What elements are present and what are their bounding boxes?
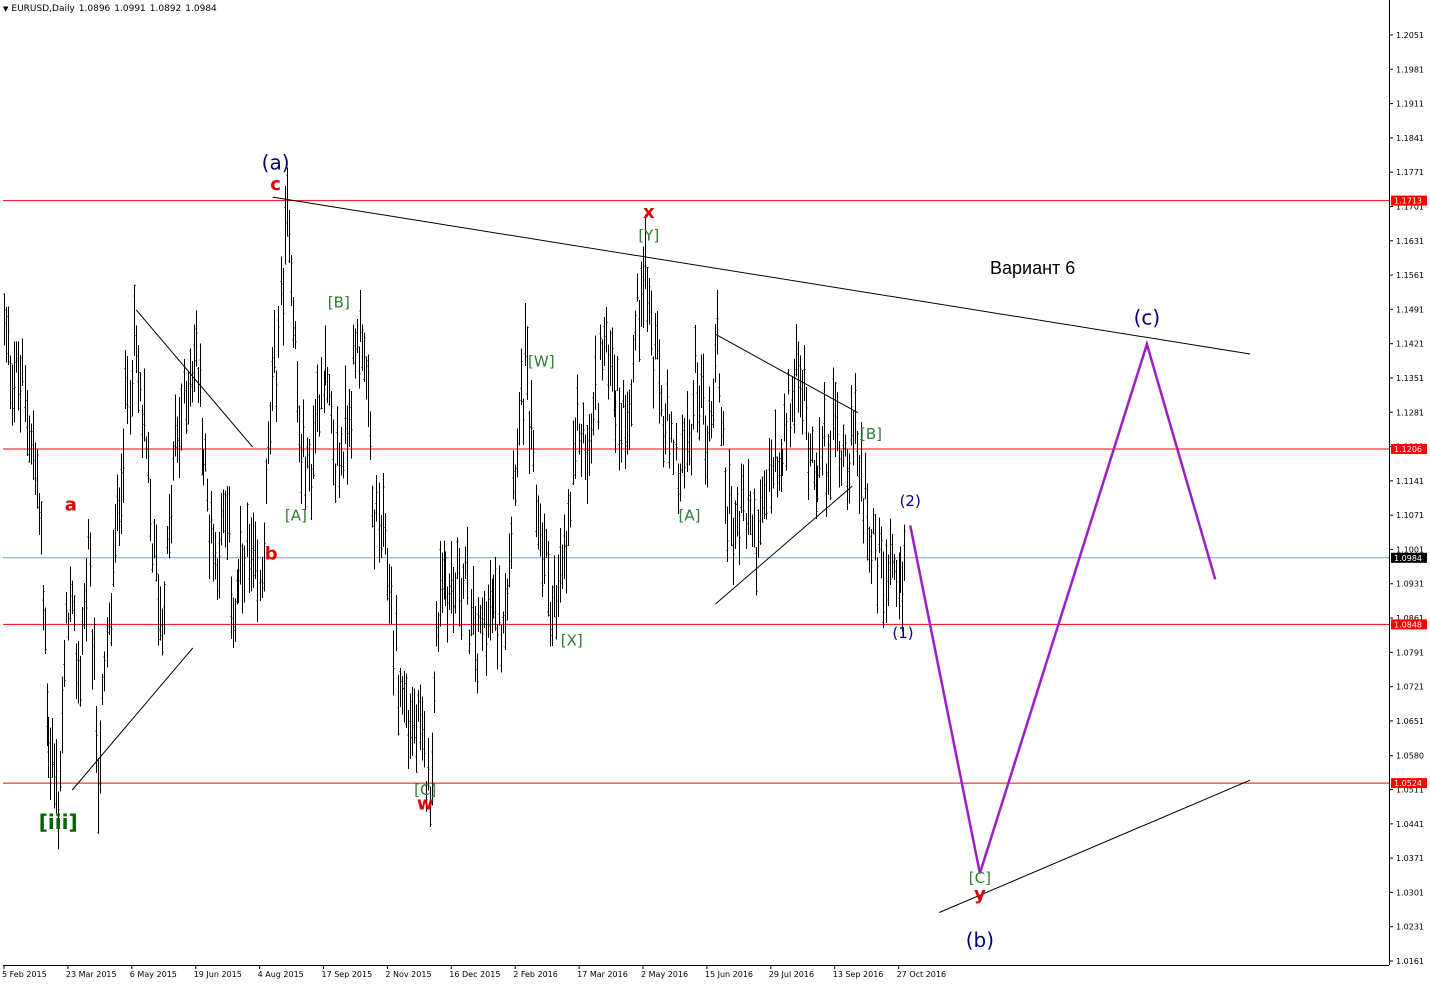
y-tick-label: 1.1771 xyxy=(1396,168,1424,177)
wave-label: (b) xyxy=(966,928,994,952)
current-price-tag: 1.0984 xyxy=(1394,554,1422,563)
x-tick-label: 4 Aug 2015 xyxy=(258,970,304,979)
wave-label: [iii] xyxy=(39,810,78,834)
y-tick-label: 1.1911 xyxy=(1396,100,1424,109)
wave-label: [B] xyxy=(860,425,882,443)
x-tick-label: 2 Nov 2015 xyxy=(385,970,431,979)
projection-layer xyxy=(908,339,1217,874)
y-tick-label: 1.1071 xyxy=(1396,511,1424,520)
wave-label: (a) xyxy=(262,151,290,175)
x-tick-label: 5 Feb 2015 xyxy=(2,970,47,979)
wave-label: [W] xyxy=(528,353,555,371)
y-tick-label: 1.0371 xyxy=(1396,854,1424,863)
wave-label: (c) xyxy=(1134,306,1161,330)
y-tick-label: 1.1631 xyxy=(1396,237,1424,246)
trendline xyxy=(272,196,1251,355)
wave-label: c xyxy=(270,174,281,195)
y-tick-label: 1.0301 xyxy=(1396,888,1424,897)
price-chart[interactable]: (a)cx[Y][B][W][B]ab[A] [A](2)(1)[X][C]w[i… xyxy=(0,0,1430,985)
x-tick-label: 15 Jun 2016 xyxy=(705,970,753,979)
wave-label: [A] xyxy=(285,507,307,525)
y-tick-label: 1.1421 xyxy=(1396,340,1424,349)
wave-label: [Y] xyxy=(638,226,659,244)
y-tick-label: 1.0721 xyxy=(1396,683,1424,692)
wave-label: [B] xyxy=(328,293,350,311)
trendline xyxy=(71,647,194,791)
trendline xyxy=(715,485,853,605)
x-tick-label: 19 Jun 2015 xyxy=(194,970,242,979)
level-price-tag: 1.0524 xyxy=(1394,779,1422,788)
level-price-tag: 1.1206 xyxy=(1394,445,1422,454)
y-tick-label: 1.1561 xyxy=(1396,271,1424,280)
trendline xyxy=(939,779,1251,913)
y-tick-label: 1.0931 xyxy=(1396,580,1424,589)
projection-path xyxy=(908,339,1217,874)
trendline xyxy=(715,333,859,414)
ohlc-bars xyxy=(3,167,906,850)
y-tick-label: 1.1141 xyxy=(1396,477,1424,486)
candles-layer xyxy=(3,167,906,850)
wave-label: a xyxy=(65,495,77,516)
y-tick-label: 1.1981 xyxy=(1396,65,1424,74)
trendlines-layer xyxy=(71,196,1251,913)
wave-label: [A] xyxy=(679,507,701,525)
x-tick-label: 27 Oct 2016 xyxy=(897,970,946,979)
axes-layer: 1.20511.19811.19111.18411.17711.17011.16… xyxy=(2,0,1427,979)
wave-label: (2) xyxy=(900,492,921,510)
y-tick-label: 1.1491 xyxy=(1396,305,1424,314)
y-tick-label: 1.0231 xyxy=(1396,923,1424,932)
chart-title: Вариант 6 xyxy=(990,258,1075,278)
y-tick-label: 1.0651 xyxy=(1396,717,1424,726)
x-tick-label: 29 Jul 2016 xyxy=(769,970,814,979)
y-tick-label: 1.0791 xyxy=(1396,648,1424,657)
x-tick-label: 2 Feb 2016 xyxy=(513,970,558,979)
x-tick-label: 13 Sep 2016 xyxy=(833,970,884,979)
x-tick-label: 2 May 2016 xyxy=(641,970,688,979)
wave-label: [X] xyxy=(561,632,583,650)
level-price-tag: 1.0848 xyxy=(1394,620,1422,629)
y-tick-label: 1.1841 xyxy=(1396,134,1424,143)
y-tick-label: 1.0161 xyxy=(1396,957,1424,966)
y-tick-label: 1.1351 xyxy=(1396,374,1424,383)
y-tick-label: 1.2051 xyxy=(1396,31,1424,40)
wave-label: x xyxy=(643,202,655,223)
wave-label: b xyxy=(265,544,278,565)
wave-label: w xyxy=(417,794,434,815)
wave-label: y xyxy=(974,884,986,905)
level-price-tag: 1.1713 xyxy=(1394,197,1422,206)
wave-label: (1) xyxy=(892,624,913,642)
y-tick-label: 1.1281 xyxy=(1396,408,1424,417)
x-tick-label: 17 Mar 2016 xyxy=(577,970,628,979)
y-tick-label: 1.0441 xyxy=(1396,820,1424,829)
horizontal-levels xyxy=(3,200,1389,784)
x-tick-label: 16 Dec 2015 xyxy=(449,970,500,979)
y-tick-label: 1.0580 xyxy=(1396,752,1424,761)
x-tick-label: 23 Mar 2015 xyxy=(66,970,117,979)
x-tick-label: 17 Sep 2015 xyxy=(322,970,373,979)
x-tick-label: 6 May 2015 xyxy=(130,970,177,979)
